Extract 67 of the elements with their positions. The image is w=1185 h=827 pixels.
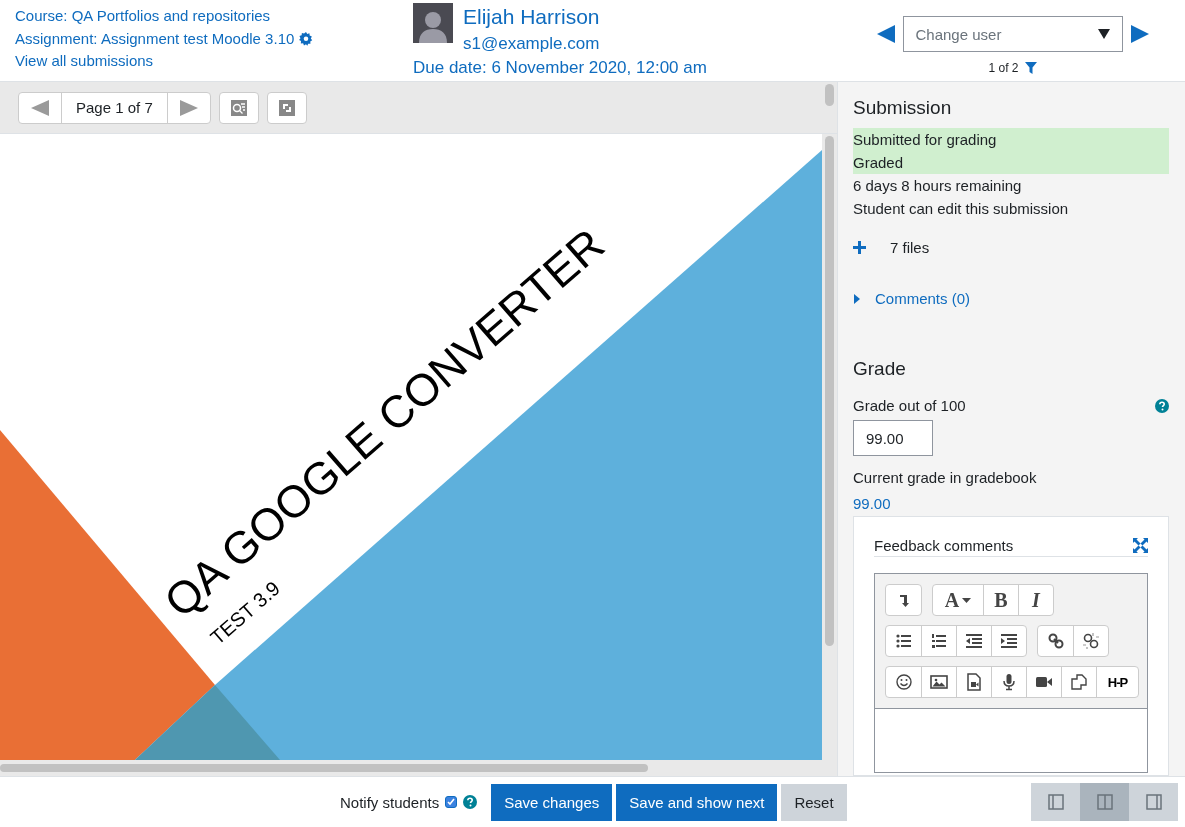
outdent-icon [965, 632, 983, 650]
current-grade-link[interactable]: 99.00 [853, 495, 1169, 512]
view-all-submissions-link[interactable]: View all submissions [15, 50, 398, 73]
assignment-link[interactable]: Assignment: Assignment test Moodle 3.10 [15, 27, 295, 50]
avatar-silhouette [413, 3, 453, 43]
layout-icon [1096, 794, 1113, 810]
right-arrow-icon [179, 99, 198, 116]
feedback-comments-label: Feedback comments [874, 537, 1014, 554]
notify-checkbox[interactable] [445, 796, 458, 808]
submission-status: Graded [853, 151, 1169, 174]
h5p-button[interactable]: H-P [1096, 667, 1138, 697]
left-arrow-icon [31, 99, 49, 116]
grade-heading: Grade [853, 357, 907, 381]
next-user-arrow-icon[interactable] [1130, 25, 1149, 43]
image-icon [930, 673, 948, 691]
submission-status: 6 days 8 hours remaining [853, 176, 1023, 196]
caret-icon [962, 597, 972, 603]
change-user-select[interactable]: Change user [902, 16, 1123, 52]
save-button[interactable]: Save and show next [616, 783, 778, 821]
link-icon [1046, 632, 1065, 650]
help-icon[interactable] [463, 795, 478, 809]
user-email-link[interactable]: s1@example.com [463, 31, 880, 58]
search-comments-button[interactable] [218, 91, 259, 124]
submission-status: Student can edit this submission [853, 199, 1070, 219]
scrollbar-thumb[interactable] [825, 84, 834, 106]
grade-label: Grade out of 100 [853, 396, 966, 416]
numbered-list-icon [930, 632, 948, 650]
due-date: Due date: 6 November 2020, 12:00 am [413, 57, 708, 80]
layout-icon [1145, 794, 1162, 810]
emoji-icon [894, 673, 913, 691]
copy-icon [1070, 673, 1088, 691]
files-count: 7 files [890, 238, 930, 256]
course-link[interactable]: Course: QA Portfolios and repositories [15, 5, 398, 28]
font-style-button[interactable]: A [933, 585, 983, 615]
current-grade-label: Current grade in gradebook [853, 468, 1038, 488]
italic-button[interactable]: I [1018, 585, 1053, 615]
page-indicator: Page 1 of 7 [61, 92, 167, 123]
submission-status: Submitted for grading [853, 128, 1169, 151]
plus-icon[interactable] [853, 240, 866, 254]
help-icon[interactable] [1155, 399, 1169, 413]
window-icon [278, 99, 295, 116]
caret-icon [1097, 29, 1110, 39]
microphone-icon [1000, 673, 1018, 691]
unlink-icon [1082, 632, 1100, 650]
user-count: 1 of 2 [988, 61, 1019, 75]
check-icon [447, 798, 456, 806]
user-name-link[interactable]: Elijah Harrison [463, 3, 880, 32]
bullet-list-icon [894, 632, 913, 650]
scrollbar-thumb[interactable] [825, 136, 834, 646]
media-icon [965, 673, 983, 691]
previous-user-arrow-icon[interactable] [876, 25, 895, 43]
bold-button[interactable]: B [983, 585, 1018, 615]
layout-icon [1047, 794, 1064, 810]
comments-link[interactable]: Comments (0) [853, 290, 1169, 307]
grade-input[interactable]: 99.00 [853, 420, 933, 456]
search-list-icon [230, 99, 247, 116]
save-button[interactable]: Save changes [491, 783, 613, 821]
feedback-editor[interactable]: A B I H-P [874, 573, 1148, 773]
scrollbar-thumb[interactable] [0, 764, 648, 772]
reset-button[interactable]: Reset [781, 783, 847, 821]
notify-students-label: Notify students [340, 793, 440, 811]
submission-heading: Submission [853, 96, 953, 120]
filter-icon[interactable] [1024, 62, 1037, 74]
fullscreen-icon[interactable] [1133, 538, 1148, 553]
indent-icon [1000, 632, 1018, 650]
expand-view-button[interactable] [266, 91, 307, 124]
gear-icon[interactable] [299, 31, 314, 46]
